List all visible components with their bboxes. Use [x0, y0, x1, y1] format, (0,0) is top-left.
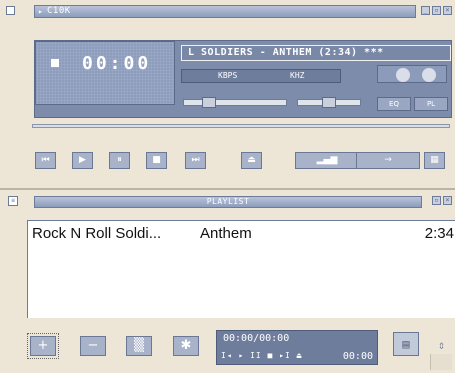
player-window: ▸ C10K _ ▫ × 00:00 L SOLDIERS - ANTHEM (…	[0, 0, 455, 188]
list-item[interactable]: Rock N Roll Soldi... Anthem 2:34	[32, 225, 454, 243]
song-marquee-text: L SOLDIERS - ANTHEM (2:34) ***	[188, 47, 384, 58]
elapsed-time: 00:00	[82, 53, 152, 74]
kbps-label: KBPS	[218, 71, 238, 80]
playlist-shade-button[interactable]: ▫	[432, 196, 441, 205]
minimize-button[interactable]: _	[421, 6, 430, 15]
balance-slider[interactable]	[297, 97, 361, 108]
play-button[interactable]: ▶	[72, 152, 93, 169]
mono-icon	[396, 68, 410, 82]
mono-stereo-indicator	[377, 65, 447, 83]
title-arrow-icon: ▸	[38, 7, 43, 16]
remove-file-button[interactable]: −	[80, 336, 106, 356]
eject-button[interactable]: ⏏	[241, 152, 262, 169]
playlist-menu-icon[interactable]: ≡	[8, 196, 18, 206]
volume-slider[interactable]	[183, 97, 287, 108]
playlist-elapsed-time: 00:00	[342, 351, 373, 362]
eq-toggle-button[interactable]: EQ	[377, 97, 411, 111]
misc-options-button[interactable]: ✱	[173, 336, 199, 356]
track-duration: 2:34	[424, 225, 454, 242]
khz-label: KHZ	[290, 71, 305, 80]
scroll-arrows-icon[interactable]: ⇕	[438, 338, 445, 352]
playlist-titlebar[interactable]: PLAYLIST	[34, 196, 422, 208]
volume-slider-thumb[interactable]	[202, 97, 216, 108]
mini-transport-controls[interactable]: I◂ ▸ II ■ ▸I ⏏	[221, 351, 302, 360]
time-display[interactable]: 00:00	[35, 41, 175, 105]
playlist-track-list[interactable]: Rock N Roll Soldi... Anthem 2:34	[27, 220, 455, 318]
bitrate-display: KBPS KHZ	[181, 69, 341, 83]
system-menu-icon[interactable]	[6, 6, 15, 15]
seek-bar[interactable]	[32, 124, 450, 128]
player-titlebar[interactable]: ▸ C10K _ ▫ ×	[0, 0, 455, 20]
track-title: Anthem	[200, 225, 252, 242]
playlist-window: ≡ PLAYLIST ▫ × Rock N Roll Soldi... Anth…	[0, 190, 455, 373]
add-file-button[interactable]: +	[27, 333, 59, 359]
stereo-icon	[422, 68, 436, 82]
list-options-icon[interactable]: ▤	[393, 332, 419, 356]
close-button[interactable]: ×	[443, 6, 452, 15]
options-grid-button[interactable]: ▦	[424, 152, 445, 169]
previous-button[interactable]: ⏮	[35, 152, 56, 169]
playlist-close-button[interactable]: ×	[443, 196, 452, 205]
song-marquee[interactable]: L SOLDIERS - ANTHEM (2:34) ***	[181, 45, 451, 61]
main-display: 00:00 L SOLDIERS - ANTHEM (2:34) *** KBP…	[34, 40, 452, 118]
player-title: C10K	[47, 6, 71, 16]
playlist-time-display: 00:00/00:00 I◂ ▸ II ■ ▸I ⏏ 00:00	[216, 330, 378, 365]
playlist-title: PLAYLIST	[206, 197, 250, 206]
shade-button[interactable]: ▫	[432, 6, 441, 15]
balance-slider-thumb[interactable]	[322, 97, 336, 108]
volume-level-button[interactable]: ▂▄▆	[295, 152, 359, 169]
resize-grip[interactable]	[430, 354, 452, 370]
play-indicator-icon	[51, 59, 59, 67]
next-button[interactable]: ⏭	[185, 152, 206, 169]
select-button[interactable]: ▒	[126, 336, 152, 356]
playlist-toggle-button[interactable]: PL	[414, 97, 448, 111]
stop-button[interactable]: ■	[146, 152, 167, 169]
playlist-total-time: 00:00/00:00	[223, 333, 290, 344]
player-title-field[interactable]: ▸ C10K	[34, 5, 416, 18]
track-artist: Rock N Roll Soldi...	[32, 225, 162, 242]
pause-button[interactable]: ⏸	[109, 152, 130, 169]
shuffle-button[interactable]: →	[356, 152, 420, 169]
